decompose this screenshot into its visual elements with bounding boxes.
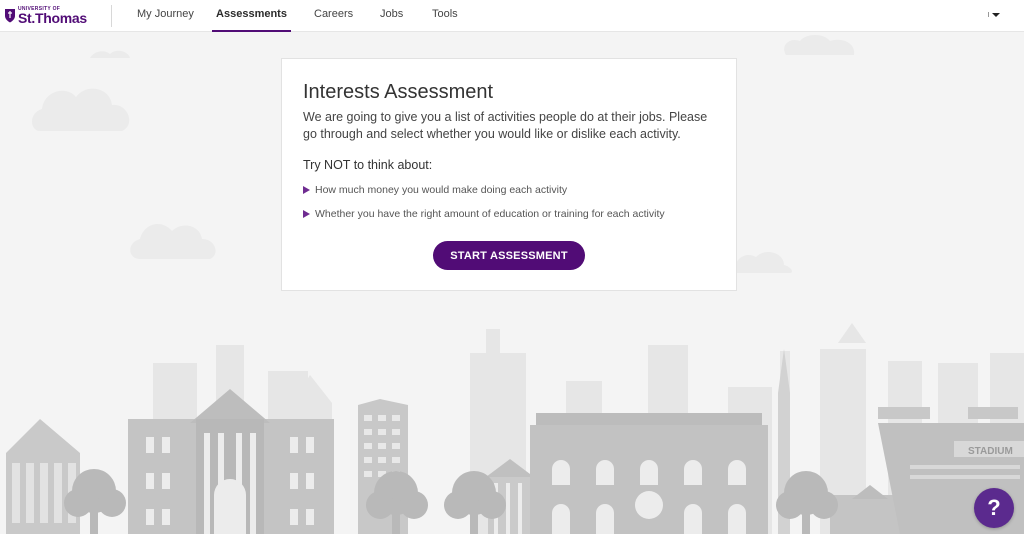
triangle-right-icon xyxy=(303,210,310,218)
caret-down-icon xyxy=(992,13,1000,17)
instruction-text: Whether you have the right amount of edu… xyxy=(315,208,665,220)
help-icon: ? xyxy=(987,495,1001,520)
nav-assessments[interactable]: Assessments xyxy=(212,0,291,32)
page-title: Interests Assessment xyxy=(303,81,494,103)
shield-icon xyxy=(5,9,15,23)
triangle-right-icon xyxy=(303,186,310,194)
logo-text: St.Thomas xyxy=(18,10,87,26)
header-divider xyxy=(111,5,112,27)
instruction-item: How much money you would make doing each… xyxy=(303,184,567,196)
user-menu-toggle[interactable] xyxy=(988,10,1000,20)
nav-careers[interactable]: Careers xyxy=(314,0,353,32)
start-assessment-button[interactable]: START ASSESSMENT xyxy=(433,241,585,270)
arched-hall xyxy=(530,413,768,534)
left-glass-building xyxy=(6,419,80,534)
assessment-description: We are going to give you a list of activ… xyxy=(303,110,708,141)
nav-my-journey[interactable]: My Journey xyxy=(137,0,194,32)
stadium-sign-text: STADIUM xyxy=(968,446,1013,457)
user-menu-separator xyxy=(988,12,989,17)
nav-tools[interactable]: Tools xyxy=(432,0,458,32)
nav-jobs[interactable]: Jobs xyxy=(380,0,403,32)
top-navigation-bar: UNIVERSITY OF St.Thomas My Journey Asses… xyxy=(0,0,1024,32)
instructions-heading: Try NOT to think about: xyxy=(303,158,433,172)
st-thomas-logo[interactable]: UNIVERSITY OF St.Thomas xyxy=(4,4,92,28)
assessment-intro-card: Interests Assessment We are going to giv… xyxy=(281,58,737,291)
instruction-item: Whether you have the right amount of edu… xyxy=(303,208,665,220)
help-button[interactable]: ? xyxy=(974,488,1014,528)
instruction-text: How much money you would make doing each… xyxy=(315,184,568,196)
